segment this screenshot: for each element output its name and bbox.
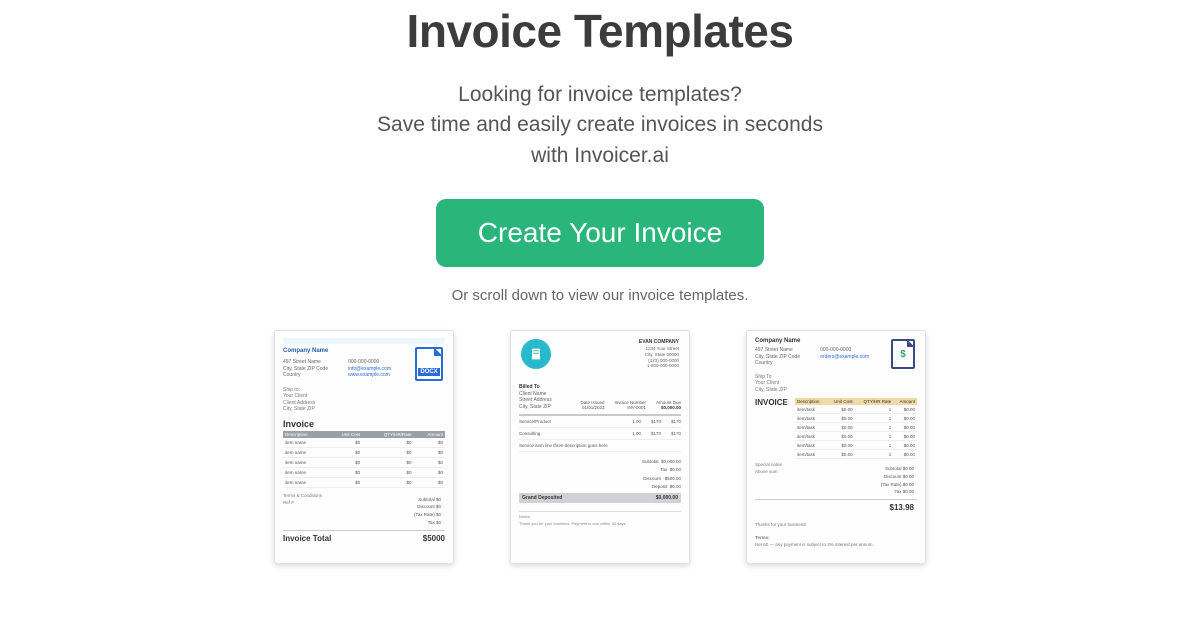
ship-to: Ship ToYour ClientCity, State ZIP [755,374,917,394]
docx-file-icon: DOCX [415,347,443,381]
summary: Subtotal $0.00Discount $0.00 (Tax Rate) … [881,465,917,496]
footer-notes: Thanks for your business! Terms: Net 60 … [755,522,917,549]
subhead-line: Save time and easily create invoices in … [377,110,823,140]
invoice-total: $13.98 [755,499,917,512]
invoice-total: Invoice Total$5000 [283,530,445,543]
notes: Notes: Thank you for your business. Paym… [519,511,681,527]
line-item: Service/Product1.00$170$170 [519,416,681,428]
template-card-modern[interactable]: EVAN COMPANY 1234 Your StreetCity, State… [510,330,690,564]
template-card-docx[interactable]: Company Name DOCX 497 Street Name City, … [274,330,454,564]
ship-to: Ship to: Your Client Client Address City… [283,387,445,413]
bill-row: Billed To Client NameStreet AddressCity,… [519,384,681,416]
page-title: Invoice Templates [407,4,794,58]
invoice-heading: Invoice [283,419,445,429]
create-invoice-button[interactable]: Create Your Invoice [436,199,764,267]
invoice-doc-icon: $ [891,339,915,369]
invoice-heading: INVOICE [755,398,791,407]
summary: Subtotal $0Discount $0 (Tax Rate) $0Tax … [414,496,445,527]
building-icon [521,339,551,369]
page-subhead: Looking for invoice templates? Save time… [377,80,823,171]
company-block: EVAN COMPANY 1234 Your StreetCity, State… [639,339,679,369]
line-item: Service item line three description goes… [519,440,681,452]
template-card-green[interactable]: Company Name $ 497 Street NameCity, Stat… [746,330,926,564]
grand-total: Grand Deposited$0,000.00 [519,493,681,503]
line-items-table: DescriptionUnit CostQTY/HR/RateAmount it… [283,431,445,488]
line-item: Consulting1.00$170$170 [519,428,681,440]
scroll-hint: Or scroll down to view our invoice templ… [452,287,749,304]
subhead-line: Looking for invoice templates? [377,80,823,110]
line-items-table: DescriptionUnit CostQTY/HR RateAmount it… [795,398,917,459]
header-strip [283,338,445,344]
summary: Subtotal $0,000.00 Tax $0.00 Discount -$… [519,458,681,490]
subhead-line: with Invoicer.ai [377,141,823,171]
template-cards: Company Name DOCX 497 Street Name City, … [274,330,926,564]
